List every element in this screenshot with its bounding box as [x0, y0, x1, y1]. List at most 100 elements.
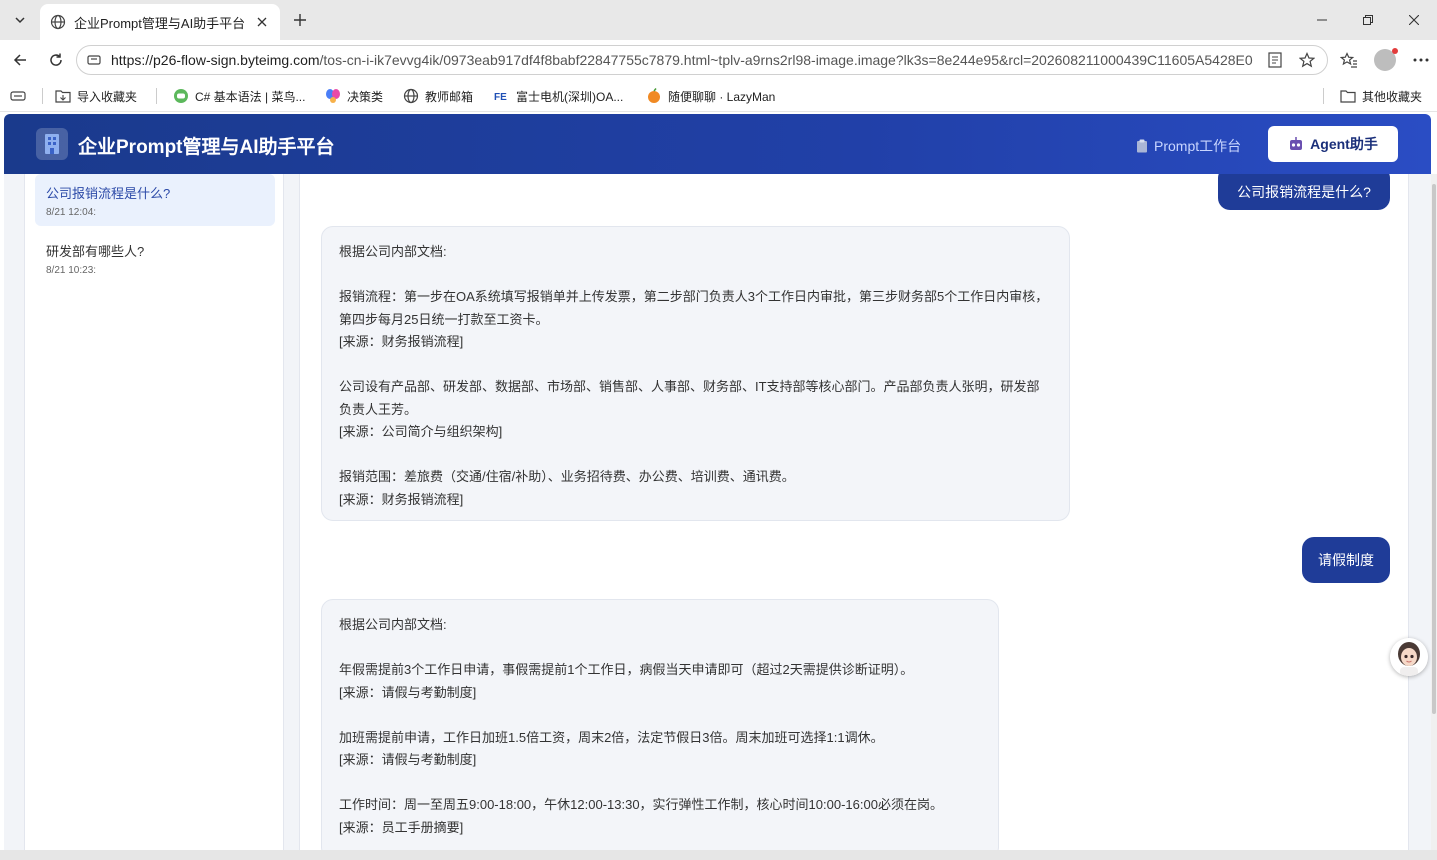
favorites-list-icon — [1340, 52, 1357, 68]
floating-assistant-avatar[interactable] — [1390, 638, 1428, 676]
runoob-icon — [173, 88, 189, 104]
close-window-button[interactable] — [1391, 0, 1437, 40]
conversation-title: 公司报销流程是什么? — [46, 186, 171, 201]
globe-icon — [403, 88, 419, 104]
ai-paragraph: 工作时间：周一至周五9:00-18:00，午休12:00-13:30，实行弹性工… — [339, 797, 943, 812]
bookmark-label: C# 基本语法 | 菜鸟... — [195, 89, 306, 104]
ai-message: 根据公司内部文档: 报销流程：第一步在OA系统填写报销单并上传发票，第二步部门负… — [321, 226, 1070, 521]
url-text: https://p26-flow-sign.byteimg.com/tos-cn… — [111, 52, 1253, 68]
robot-icon — [1290, 137, 1303, 150]
scrollbar-thumb[interactable] — [1432, 184, 1436, 714]
arrow-left-icon — [13, 54, 26, 66]
bookmark-csharp[interactable]: C# 基本语法 | 菜鸟... — [173, 87, 305, 105]
bookmark-label: 导入收藏夹 — [77, 89, 138, 104]
close-icon — [1409, 15, 1419, 25]
ai-paragraph: 加班需提前申请，工作日加班1.5倍工资，周末2倍，法定节假日3倍。周末加班可选择… — [339, 729, 884, 745]
bookmarks-toggle[interactable] — [10, 87, 26, 105]
browser-tab-bar: 企业Prompt管理与AI助手平台 — [0, 0, 1437, 40]
window-controls — [1299, 0, 1437, 40]
fe-logo-icon: FE — [494, 88, 510, 104]
ai-paragraph: 报销范围：差旅费（交通/住宿/补助）、业务招待费、办公费、培训费、通讯费。 — [339, 469, 795, 484]
url-bar[interactable]: https://p26-flow-sign.byteimg.com/tos-cn… — [76, 45, 1328, 75]
import-folder-icon — [55, 88, 71, 104]
favorites-button[interactable] — [1336, 48, 1362, 72]
ai-source: [来源：财务报销流程] — [339, 491, 464, 507]
folder-icon — [1340, 88, 1356, 104]
conversation-sidebar: 公司报销流程是什么? 8/21 12:04: 研发部有哪些人? 8/21 10:… — [24, 174, 284, 850]
bookmark-label: 富士电机(深圳)OA... — [516, 89, 624, 104]
profile-button[interactable] — [1372, 48, 1398, 72]
nav-prompt-label: Prompt工作台 — [1154, 138, 1242, 154]
bookmark-fuji-oa[interactable]: FE 富士电机(深圳)OA... — [494, 87, 623, 105]
app-header: 企业Prompt管理与AI助手平台 Prompt工作台 Agent助手 — [4, 114, 1431, 174]
browser-tab[interactable]: 企业Prompt管理与AI助手平台 — [40, 4, 280, 40]
more-dots-icon — [1413, 58, 1429, 62]
restore-icon — [1363, 15, 1373, 25]
user-message: 请假制度 — [1302, 537, 1390, 583]
bookmark-label: 决策类 — [347, 89, 384, 104]
notification-dot — [1392, 48, 1398, 54]
svg-text:FE: FE — [494, 92, 507, 103]
bookmark-lazyman[interactable]: 随便聊聊 · LazyMan — [646, 87, 775, 105]
tab-list-dropdown[interactable] — [8, 8, 32, 32]
ai-paragraph: 报销流程：第一步在OA系统填写报销单并上传发票，第二步部门负责人3个工作日内审批… — [339, 289, 1049, 327]
globe-icon — [50, 14, 66, 30]
page-scrollbar[interactable] — [1431, 174, 1437, 850]
bookmark-label: 其他收藏夹 — [1362, 89, 1423, 104]
conversation-time: 8/21 10:23: — [46, 265, 97, 276]
close-tab-icon[interactable] — [254, 14, 270, 30]
assistant-avatar-icon — [1390, 638, 1428, 676]
reading-view-icon[interactable] — [1265, 50, 1285, 70]
bookmark-separator — [1323, 88, 1324, 104]
back-button[interactable] — [8, 48, 32, 72]
tab-title: 企业Prompt管理与AI助手平台 — [74, 15, 246, 31]
building-icon — [36, 128, 68, 160]
nav-agent-label: Agent助手 — [1310, 136, 1378, 152]
ai-source: [来源：公司简介与组织架构] — [339, 424, 503, 439]
minimize-button[interactable] — [1299, 0, 1345, 40]
conversation-title: 研发部有哪些人? — [46, 244, 145, 259]
ai-source: [来源：请假与考勤制度] — [339, 752, 477, 767]
restore-button[interactable] — [1345, 0, 1391, 40]
bookmark-label: 教师邮箱 — [425, 89, 474, 104]
conversation-item[interactable]: 研发部有哪些人? 8/21 10:23: — [35, 232, 275, 284]
bookmark-teacher-mail[interactable]: 教师邮箱 — [403, 87, 473, 105]
bookmark-decision[interactable]: 决策类 — [325, 87, 383, 105]
ai-intro: 根据公司内部文档: — [339, 617, 447, 632]
conversation-item-active[interactable]: 公司报销流程是什么? 8/21 12:04: — [35, 174, 275, 226]
ai-paragraph: 公司设有产品部、研发部、数据部、市场部、销售部、人事部、财务部、IT支持部等核心… — [339, 379, 1040, 417]
nav-prompt-workbench[interactable]: Prompt工作台 — [1136, 136, 1241, 156]
conversation-time: 8/21 12:04: — [46, 207, 97, 218]
ai-source: [来源：员工手册摘要] — [339, 819, 464, 835]
window-bottom-edge — [0, 850, 1437, 860]
chat-panel: 公司报销流程是什么? 根据公司内部文档: 报销流程：第一步在OA系统填写报销单并… — [299, 174, 1409, 850]
settings-menu-button[interactable] — [1408, 48, 1434, 72]
ai-source: [来源：请假与考勤制度] — [339, 684, 477, 700]
ai-message: 根据公司内部文档: 年假需提前3个工作日申请，事假需提前1个工作日，病假当天申请… — [321, 599, 999, 850]
nav-agent-button[interactable]: Agent助手 — [1268, 126, 1398, 162]
clipboard-icon — [1137, 139, 1147, 153]
browser-toolbar — [1336, 48, 1434, 72]
new-tab-button[interactable] — [288, 8, 312, 32]
app-title: 企业Prompt管理与AI助手平台 — [78, 137, 335, 158]
ai-paragraph: 年假需提前3个工作日申请，事假需提前1个工作日，病假当天申请即可（超过2天需提供… — [339, 662, 914, 677]
bookmark-separator — [156, 88, 157, 104]
tab-actions-icon — [10, 88, 26, 104]
plus-icon — [294, 14, 306, 26]
bookmark-separator — [42, 88, 43, 104]
bookmark-label: 随便聊聊 · LazyMan — [668, 89, 776, 104]
url-host: https://p26-flow-sign.byteimg.com — [111, 52, 320, 68]
bookmarks-bar: 导入收藏夹 C# 基本语法 | 菜鸟... 决策类 教师邮箱 FE 富士电机(深… — [0, 80, 1437, 112]
bookmark-other[interactable]: 其他收藏夹 — [1340, 87, 1422, 105]
favorite-star-icon[interactable] — [1297, 50, 1317, 70]
minimize-icon — [1317, 19, 1327, 21]
ai-source: [来源：财务报销流程] — [339, 334, 464, 349]
url-path: /tos-cn-i-ik7evvg4ik/0973eab917df4f8babf… — [319, 52, 1253, 68]
ai-intro: 根据公司内部文档: — [339, 244, 447, 259]
bookmark-import[interactable]: 导入收藏夹 — [55, 87, 137, 105]
address-bar-row: https://p26-flow-sign.byteimg.com/tos-cn… — [0, 40, 1437, 80]
site-info-icon[interactable] — [87, 53, 101, 67]
fruit-icon — [646, 88, 662, 104]
chevron-down-icon — [15, 17, 25, 24]
reload-button[interactable] — [44, 48, 68, 72]
